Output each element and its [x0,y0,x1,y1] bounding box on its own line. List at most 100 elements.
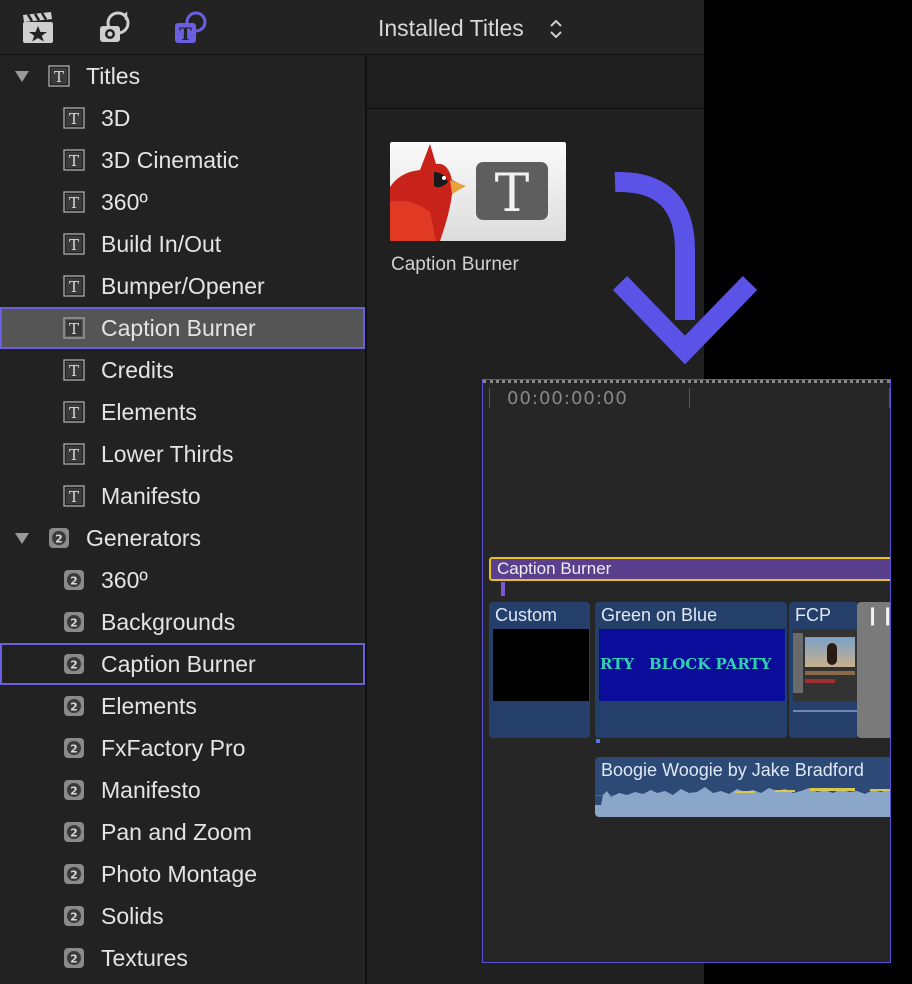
generator-icon: 2 [63,863,85,885]
sidebar: T Titles T 3D T 3D Cinematic T 360º T Build In/Ou… [0,55,367,984]
sidebar-item-credits[interactable]: T Credits [0,349,365,391]
disclosure-triangle-icon[interactable] [14,531,30,545]
sidebar-item-solids[interactable]: 2 Solids [0,895,365,937]
title-t-icon: T [48,65,70,87]
sidebar-item-360[interactable]: 2 360º [0,559,365,601]
sidebar-item-caption-burner[interactable]: 2 Caption Burner [0,643,365,685]
sidebar-item-3d-cinematic[interactable]: T 3D Cinematic [0,139,365,181]
sidebar-item-manifesto[interactable]: 2 Manifesto [0,769,365,811]
svg-text:2: 2 [70,659,78,672]
sidebar-item-label: Manifesto [101,483,201,509]
sidebar-item-label: 3D [101,105,131,131]
sidebar-item-360[interactable]: T 360º [0,181,365,223]
browser-filter-bar [367,55,704,109]
sidebar-item-label: Backgrounds [101,609,236,635]
svg-text:T: T [69,194,79,212]
sidebar-item-label: Solids [101,903,164,929]
sidebar-item-label: Caption Burner [101,651,256,677]
generator-icon: 2 [63,653,85,675]
sidebar-item-elements[interactable]: 2 Elements [0,685,365,727]
generator-icon: 2 [63,905,85,927]
sidebar-item-fxfactory-pro[interactable]: 2 FxFactory Pro [0,727,365,769]
title-t-icon: T [63,233,85,255]
timecode: 00:00:00:00 [507,388,628,409]
sidebar-item-elements[interactable]: T Elements [0,391,365,433]
video-clip-green-on-blue[interactable]: Green on Blue RTY BLOCK PARTY [595,602,787,738]
clapper-star-icon[interactable] [20,10,56,46]
caption-burner-thumbnail[interactable]: T [390,142,566,241]
generator-icon: 2 [63,737,85,759]
sidebar-item-3d[interactable]: T 3D [0,97,365,139]
sidebar-group-generators[interactable]: 2 Generators [0,517,365,559]
playhead-marker [596,739,600,743]
audio-clip-label: Boogie Woogie by Jake Bradford [601,760,864,780]
svg-text:T: T [69,488,79,506]
svg-text:T: T [69,110,79,128]
svg-text:2: 2 [70,827,78,840]
sidebar-item-label: Caption Burner [101,315,256,341]
generator-icon: 2 [63,947,85,969]
title-t-icon: T [63,443,85,465]
title-t-icon: T [63,107,85,129]
sidebar-item-label: Lower Thirds [101,441,234,467]
svg-text:2: 2 [70,911,78,924]
sidebar-item-label: 3D Cinematic [101,147,240,173]
sidebar-item-backgrounds[interactable]: 2 Backgrounds [0,601,365,643]
sidebar-item-pan-and-zoom[interactable]: 2 Pan and Zoom [0,811,365,853]
block-party-partial: RTY [600,655,635,673]
title-t-icon: T [63,401,85,423]
svg-text:2: 2 [55,533,63,546]
titles-generators-icon[interactable]: T [172,10,208,46]
sidebar-item-label: Photo Montage [101,861,258,887]
sidebar-item-label: Credits [101,357,174,383]
title-t-icon: T [63,191,85,213]
svg-text:2: 2 [70,953,78,966]
sidebar-item-build-in-out[interactable]: T Build In/Out [0,223,365,265]
svg-text:T: T [69,320,79,338]
sidebar-item-label: Bumper/Opener [101,273,265,299]
title-t-icon: T [63,275,85,297]
audio-clip[interactable]: Boogie Woogie by Jake Bradford [595,757,890,817]
sidebar-item-manifesto[interactable]: T Manifesto [0,475,365,517]
clip-label: Custom [495,605,558,625]
svg-text:2: 2 [70,575,78,588]
ruler-tick [689,388,690,408]
svg-text:T: T [179,25,192,45]
generator-icon: 2 [48,527,70,549]
video-clip-fcp[interactable]: FCP [789,602,859,738]
title-t-icon: T [63,359,85,381]
sidebar-item-label: 360º [101,567,148,593]
drag-arrow-icon [612,171,758,365]
clip-thumbnail [793,629,857,701]
installed-titles-popup[interactable]: Installed Titles [378,15,524,42]
pause-icon: ❙❙ [865,605,890,625]
title-clip-label: Caption Burner [497,559,612,578]
sidebar-item-label: Textures [101,945,188,971]
svg-text:T: T [69,236,79,254]
sidebar-item-textures[interactable]: 2 Textures [0,937,365,979]
connection-marker [501,582,505,596]
disclosure-triangle-icon[interactable] [14,69,30,83]
svg-text:T: T [54,68,64,86]
cardinal-bird-icon: T [390,144,548,241]
svg-text:T: T [69,446,79,464]
chevron-updown-icon[interactable] [548,17,564,41]
sidebar-item-photo-montage[interactable]: 2 Photo Montage [0,853,365,895]
sidebar-item-label: Manifesto [101,777,201,803]
sidebar-item-label: Elements [101,693,197,719]
timeline-ruler[interactable] [483,380,890,386]
music-camera-icon[interactable] [96,10,132,46]
sidebar-item-bumper-opener[interactable]: T Bumper/Opener [0,265,365,307]
title-clip[interactable]: Caption Burner [489,557,890,581]
generator-icon: 2 [63,695,85,717]
video-clip-gray[interactable]: ❙❙ [857,602,890,738]
sidebar-item-label: 360º [101,189,148,215]
clip-label: Green on Blue [601,605,718,625]
title-t-icon: T [63,149,85,171]
browser-toolbar: T Installed Titles [0,0,704,55]
video-clip-custom[interactable]: Custom [489,602,590,738]
sidebar-item-lower-thirds[interactable]: T Lower Thirds [0,433,365,475]
title-t-icon: T [63,317,85,339]
sidebar-group-titles[interactable]: T Titles [0,55,365,97]
sidebar-item-caption-burner[interactable]: T Caption Burner [0,307,365,349]
